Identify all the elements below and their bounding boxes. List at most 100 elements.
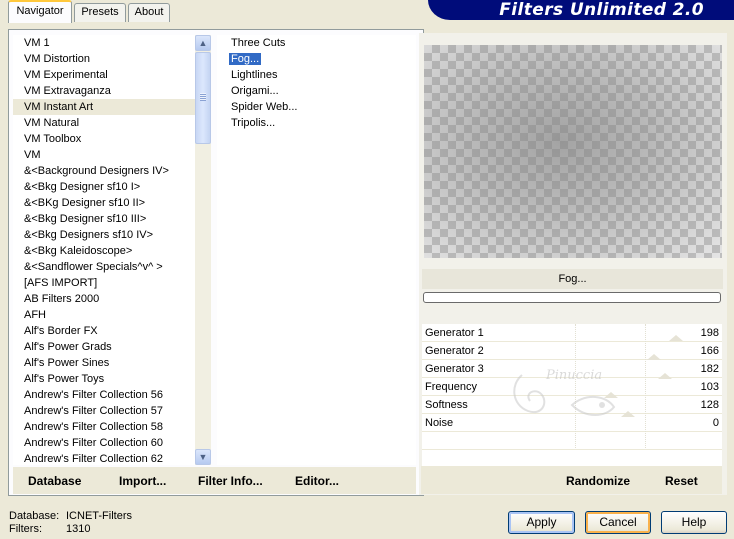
category-label: &<Bkg Kaleidoscope> [24,245,133,257]
filter-label: Lightlines [231,69,278,81]
parameter-label: Softness [425,399,468,411]
watermark-text: Pinuccia [545,368,602,383]
category-item[interactable]: Andrew's Filter Collection 57 [13,403,195,419]
category-label: Andrew's Filter Collection 58 [24,421,164,433]
category-label: Alf's Power Grads [24,341,112,353]
category-item[interactable]: Alf's Border FX [13,323,195,339]
parameter-value: 166 [700,345,719,357]
parameter-label: Noise [425,417,454,429]
database-value: ICNET-Filters [66,510,132,522]
randomize-button[interactable]: Randomize [566,474,630,488]
status-area: Database: ICNET-Filters Filters: 1310 [9,510,132,536]
category-item[interactable]: [AFS IMPORT] [13,275,195,291]
slider-thumb[interactable] [657,373,672,379]
category-item[interactable]: &<Bkg Designers sf10 IV> [13,227,195,243]
category-item[interactable]: Alf's Power Toys [13,371,195,387]
parameter-value: 128 [700,399,719,411]
filter-item[interactable]: Spider Web... [217,99,416,115]
category-label: VM Instant Art [24,101,94,113]
reset-button[interactable]: Reset [665,474,698,488]
parameter-value: 182 [700,363,719,375]
slider-thumb[interactable] [668,335,683,341]
category-item[interactable]: Alf's Power Sines [13,355,195,371]
filter-label: Three Cuts [231,37,286,49]
category-item[interactable]: &<Sandflower Specials^v^ > [13,259,195,275]
filter-info-button[interactable]: Filter Info... [198,474,263,488]
category-item[interactable]: Andrew's Filter Collection 56 [13,387,195,403]
category-item[interactable]: VM 1 [13,35,195,51]
slider-thumb[interactable] [646,354,661,360]
category-label: VM Distortion [24,53,91,65]
parameter-value: 103 [700,381,719,393]
database-button[interactable]: Database [28,474,81,488]
import-button[interactable]: Import... [119,474,166,488]
arrow-up-icon[interactable]: ▲ [195,35,211,51]
parameter-label: Frequency [425,381,477,393]
arrow-down-icon[interactable]: ▼ [195,449,211,465]
category-item[interactable]: VM Experimental [13,67,195,83]
category-item[interactable]: VM Natural [13,115,195,131]
cancel-button[interactable]: Cancel [585,511,651,534]
watermark-logo: Pinuccia [513,368,616,416]
category-label: VM Toolbox [24,133,82,145]
category-label: &<Background Designers IV> [24,165,169,177]
tab-about[interactable]: About [128,3,170,22]
filter-item[interactable]: Fog... [217,51,416,67]
category-label: &<Bkg Designer sf10 I> [24,181,141,193]
category-label: Alf's Power Toys [24,373,105,385]
category-label: &<Sandflower Specials^v^ > [24,261,163,273]
database-label: Database: [9,510,60,522]
category-list[interactable]: VM 1 VM Distortion VM Experimental VM Extra… [13,35,195,465]
category-item[interactable]: VM Toolbox [13,131,195,147]
category-item[interactable]: AFH [13,307,195,323]
filter-item[interactable]: Origami... [217,83,416,99]
filter-item[interactable]: Lightlines [217,67,416,83]
category-item[interactable]: &<Bkg Designer sf10 I> [13,179,195,195]
category-item[interactable]: Alf's Power Grads [13,339,195,355]
filter-name-label: Fog... [422,269,723,289]
filter-item[interactable]: Tripolis... [217,115,416,131]
category-item[interactable]: Andrew's Filter Collection 62 [13,451,195,465]
category-label: VM [24,149,41,161]
category-label: Andrew's Filter Collection 62 [24,453,164,465]
category-item[interactable]: VM [13,147,195,163]
help-button[interactable]: Help [661,511,727,534]
category-label: VM Extravaganza [24,85,111,97]
parameter-label: Generator 2 [425,345,484,357]
filter-label: Origami... [231,85,279,97]
filter-label: Tripolis... [231,117,276,129]
filters-count: 1310 [66,523,91,535]
category-item[interactable]: &<Bkg Designer sf10 III> [13,211,195,227]
slider-thumb[interactable] [621,411,636,417]
category-label: Alf's Border FX [24,325,98,337]
filter-label: Spider Web... [231,101,298,113]
filter-label: Fog... [229,53,262,65]
category-item[interactable]: AB Filters 2000 [13,291,195,307]
category-item[interactable]: VM Distortion [13,51,195,67]
editor-button[interactable]: Editor... [295,474,339,488]
filter-list[interactable]: Three Cuts Fog... Lightlines Origami... Spid… [217,35,416,465]
progress-bar [423,292,721,303]
scroll-thumb[interactable] [195,52,211,144]
preview-image [424,45,722,258]
category-label: &<Bkg Designer sf10 III> [24,213,147,225]
slider-thumb[interactable] [604,392,619,398]
category-item[interactable]: &<BKg Designer sf10 II> [13,195,195,211]
category-scrollbar[interactable]: ▲ ▼ [195,35,211,465]
category-label: &<BKg Designer sf10 II> [24,197,146,209]
category-label: Andrew's Filter Collection 57 [24,405,164,417]
category-item[interactable]: Andrew's Filter Collection 58 [13,419,195,435]
filter-item[interactable]: Three Cuts [217,35,416,51]
category-label: VM 1 [24,37,50,49]
category-item[interactable]: &<Bkg Kaleidoscope> [13,243,195,259]
tab-presets[interactable]: Presets [74,3,126,22]
parameter-value: 0 [712,417,719,429]
tab-navigator[interactable]: Navigator [8,0,72,23]
category-label: Alf's Power Sines [24,357,110,369]
category-item[interactable]: VM Instant Art [13,99,195,115]
category-item[interactable]: &<Background Designers IV> [13,163,195,179]
category-item[interactable]: VM Extravaganza [13,83,195,99]
apply-button[interactable]: Apply [508,511,575,534]
parameter-label: Generator 1 [425,327,484,339]
category-item[interactable]: Andrew's Filter Collection 60 [13,435,195,451]
